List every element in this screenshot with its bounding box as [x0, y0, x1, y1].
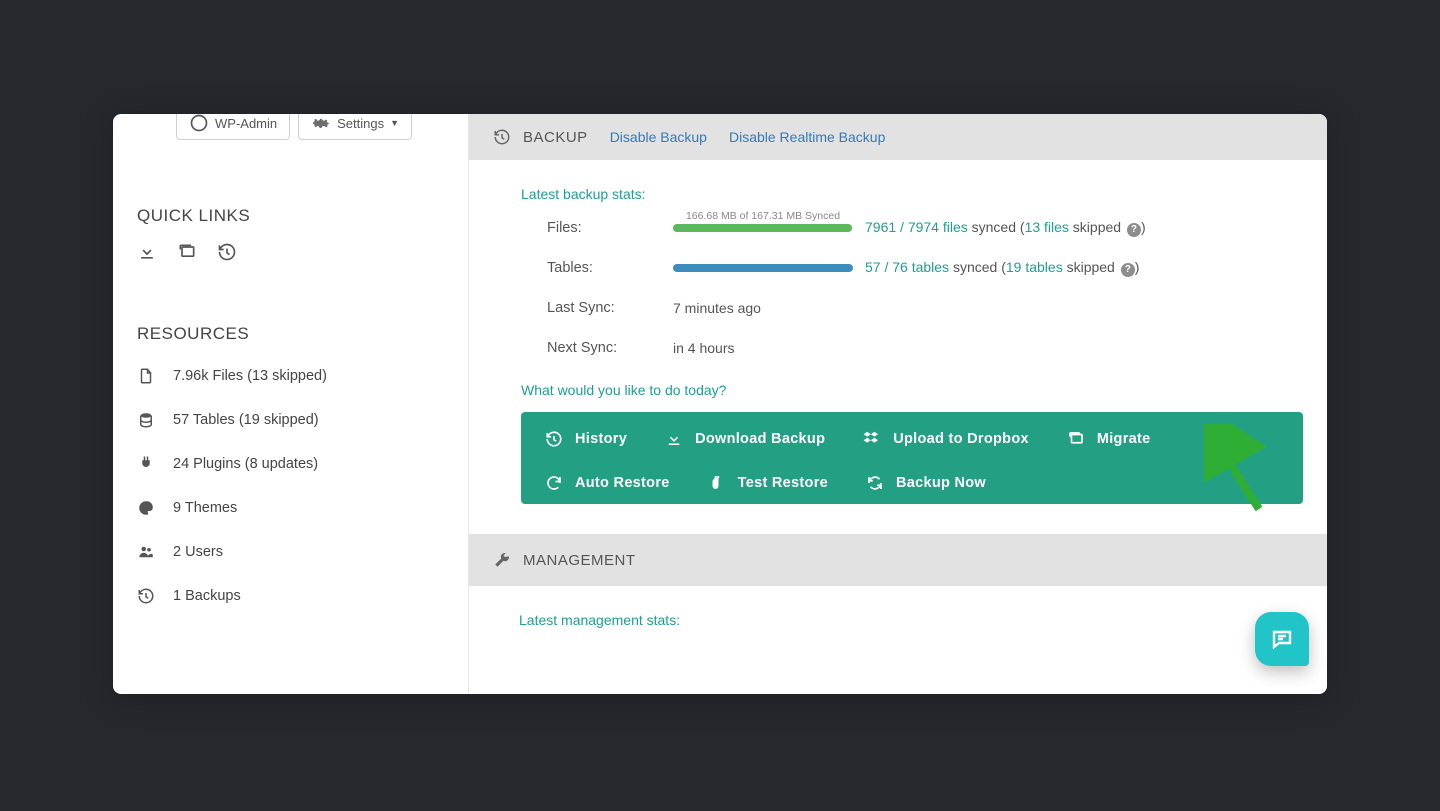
stat-label: Files:	[547, 220, 673, 236]
download-backup-button[interactable]: Download Backup	[665, 430, 825, 448]
files-bar-caption: 166.68 MB of 167.31 MB Synced	[673, 210, 853, 222]
backup-now-button[interactable]: Backup Now	[866, 474, 986, 492]
chat-launcher-button[interactable]	[1255, 612, 1309, 666]
next-sync-value: in 4 hours	[673, 340, 734, 356]
last-sync-value: 7 minutes ago	[673, 300, 761, 316]
sidebar: WP-Admin Settings ▼ QUICK LINKS	[113, 114, 468, 694]
resource-themes[interactable]: 9 Themes	[137, 486, 444, 530]
history-icon	[545, 430, 563, 448]
tables-count-link[interactable]: 57 / 76 tables	[865, 259, 949, 275]
files-count-link[interactable]: 7961 / 7974 files	[865, 219, 968, 235]
palette-icon	[137, 499, 155, 517]
files-skipped-link[interactable]: 13 files	[1025, 219, 1069, 235]
history-button[interactable]: History	[545, 430, 627, 448]
stat-row-next-sync: Next Sync: in 4 hours	[547, 328, 1303, 368]
resource-backups[interactable]: 1 Backups	[137, 574, 444, 618]
file-icon	[137, 367, 155, 385]
migrate-button[interactable]: Migrate	[1067, 430, 1151, 448]
quick-links-heading: QUICK LINKS	[137, 206, 444, 226]
action-label: Test Restore	[738, 475, 828, 491]
main-column: BACKUP Disable Backup Disable Realtime B…	[468, 114, 1327, 694]
history-icon	[493, 128, 511, 146]
action-bar: History Download Backup Upload to Dropbo…	[521, 412, 1303, 504]
auto-restore-button[interactable]: Auto Restore	[545, 474, 670, 492]
disable-realtime-backup-link[interactable]: Disable Realtime Backup	[729, 129, 885, 145]
dropbox-icon	[863, 430, 881, 448]
resource-label: 2 Users	[173, 544, 223, 560]
stat-label: Tables:	[547, 260, 673, 276]
backup-panel-header: BACKUP Disable Backup Disable Realtime B…	[469, 114, 1327, 160]
action-label: Migrate	[1097, 431, 1151, 447]
files-bar-fill	[673, 224, 852, 232]
backup-title: BACKUP	[523, 129, 588, 146]
wpadmin-button[interactable]: WP-Admin	[176, 114, 290, 140]
action-label: History	[575, 431, 627, 447]
disable-backup-link[interactable]: Disable Backup	[610, 129, 707, 145]
tables-progress-bar	[673, 264, 853, 272]
stat-label: Last Sync:	[547, 300, 673, 316]
tables-bar-fill	[673, 264, 853, 272]
tables-skipped-link[interactable]: 19 tables	[1006, 259, 1063, 275]
history-icon[interactable]	[217, 242, 237, 262]
test-restore-button[interactable]: Test Restore	[708, 474, 828, 492]
resource-label: 24 Plugins (8 updates)	[173, 456, 318, 472]
resource-label: 9 Themes	[173, 500, 237, 516]
help-icon[interactable]: ?	[1127, 223, 1141, 237]
folders-icon	[1067, 430, 1085, 448]
management-title: MANAGEMENT	[523, 552, 636, 569]
caret-down-icon: ▼	[390, 118, 399, 128]
users-icon	[137, 543, 155, 561]
tables-stat-text: 57 / 76 tables synced (19 tables skipped…	[865, 259, 1139, 277]
sync-icon	[866, 474, 884, 492]
action-label: Download Backup	[695, 431, 825, 447]
resource-label: 57 Tables (19 skipped)	[173, 412, 319, 428]
resources-heading: RESOURCES	[137, 324, 444, 344]
database-icon	[137, 411, 155, 429]
management-panel-header: MANAGEMENT	[469, 534, 1327, 586]
action-label: Auto Restore	[575, 475, 670, 491]
stat-row-files: Files: 166.68 MB of 167.31 MB Synced 796…	[547, 208, 1303, 248]
chat-icon	[1270, 627, 1294, 651]
wrench-icon	[493, 551, 511, 569]
plug-icon	[137, 455, 155, 473]
download-icon[interactable]	[137, 242, 157, 262]
help-icon[interactable]: ?	[1121, 263, 1135, 277]
latest-backup-stats-label: Latest backup stats:	[521, 186, 1303, 202]
backup-panel-body: Latest backup stats: Files: 166.68 MB of…	[469, 160, 1327, 534]
resource-files[interactable]: 7.96k Files (13 skipped)	[137, 354, 444, 398]
resource-label: 1 Backups	[173, 588, 241, 604]
top-pill-row: WP-Admin Settings ▼	[176, 114, 412, 140]
folders-icon[interactable]	[177, 242, 197, 262]
action-label: Upload to Dropbox	[893, 431, 1029, 447]
gear-icon	[311, 114, 331, 133]
action-prompt: What would you like to do today?	[521, 382, 1303, 398]
history-icon	[137, 587, 155, 605]
refresh-icon	[545, 474, 563, 492]
resource-tables[interactable]: 57 Tables (19 skipped)	[137, 398, 444, 442]
files-stat-text: 7961 / 7974 files synced (13 files skipp…	[865, 219, 1146, 237]
files-progress-bar: 166.68 MB of 167.31 MB Synced	[673, 224, 853, 232]
testtube-icon	[708, 474, 726, 492]
stat-row-tables: Tables: 57 / 76 tables synced (19 tables…	[547, 248, 1303, 288]
wpadmin-label: WP-Admin	[215, 116, 277, 131]
download-icon	[665, 430, 683, 448]
wordpress-icon	[189, 114, 209, 133]
stat-label: Next Sync:	[547, 340, 673, 356]
dashboard-frame: WP-Admin Settings ▼ QUICK LINKS	[113, 114, 1327, 694]
latest-management-stats-label: Latest management stats:	[519, 612, 1303, 628]
resource-users[interactable]: 2 Users	[137, 530, 444, 574]
settings-button[interactable]: Settings ▼	[298, 114, 412, 140]
management-panel-body: Latest management stats:	[469, 586, 1327, 654]
action-label: Backup Now	[896, 475, 986, 491]
settings-label: Settings	[337, 116, 384, 131]
resource-label: 7.96k Files (13 skipped)	[173, 368, 327, 384]
stat-row-last-sync: Last Sync: 7 minutes ago	[547, 288, 1303, 328]
resource-plugins[interactable]: 24 Plugins (8 updates)	[137, 442, 444, 486]
upload-dropbox-button[interactable]: Upload to Dropbox	[863, 430, 1029, 448]
